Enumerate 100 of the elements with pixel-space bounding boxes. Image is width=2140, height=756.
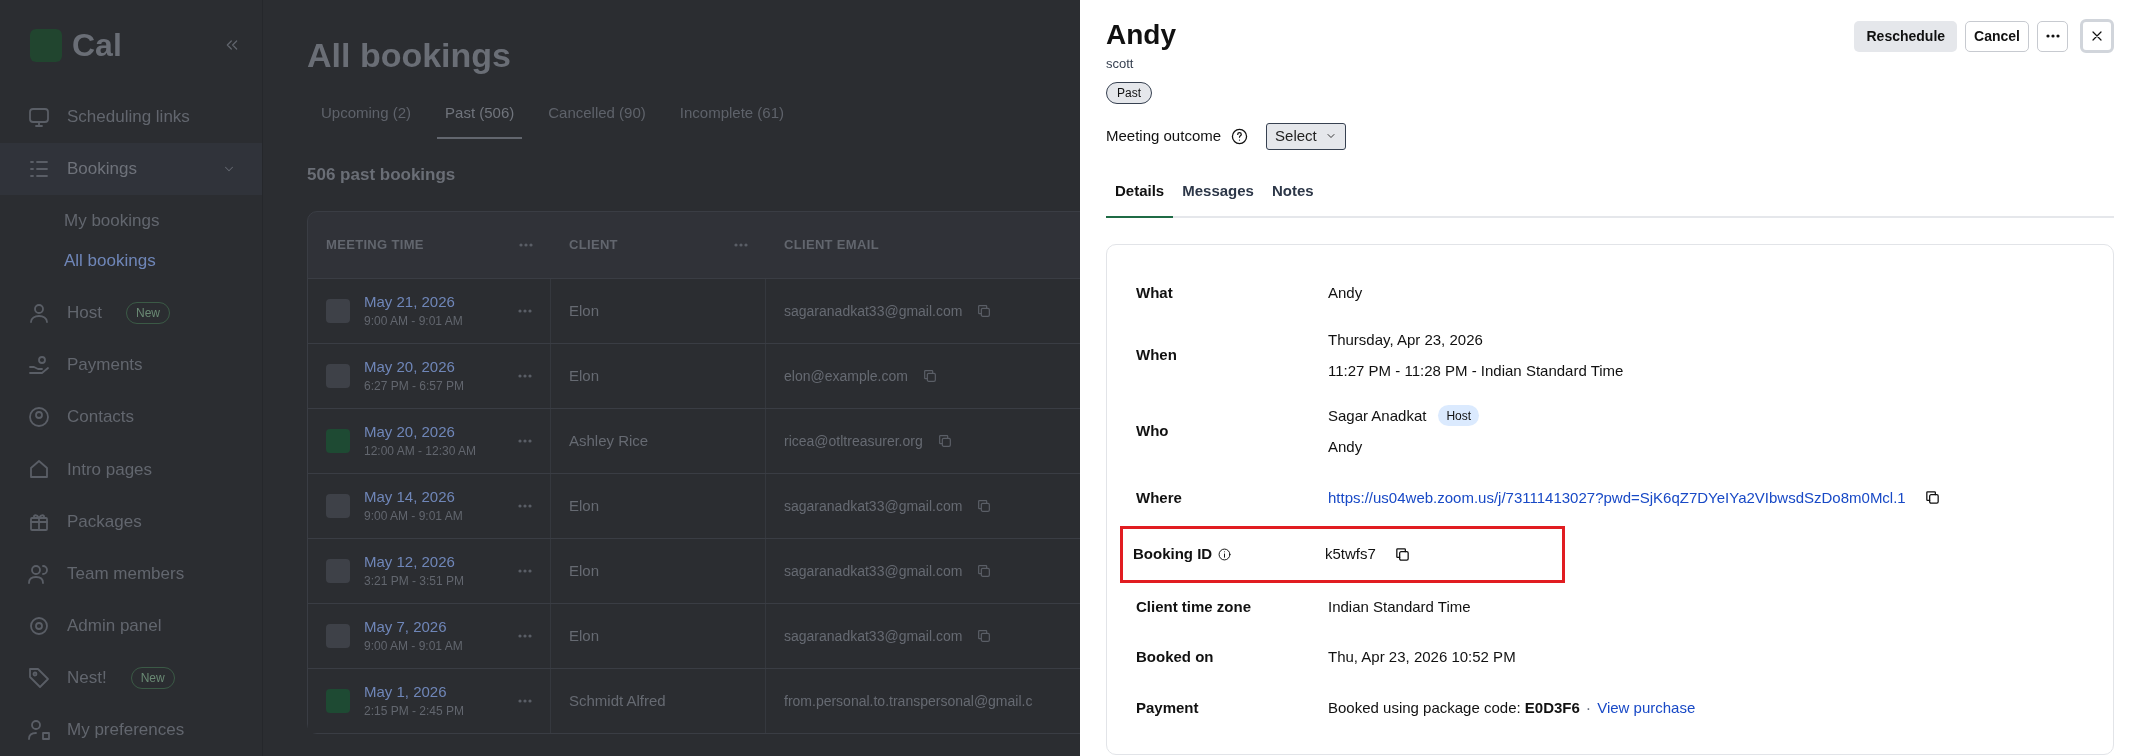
sidebar-subitem[interactable]: All bookings [0,240,262,281]
outcome-label: Meeting outcome [1106,125,1222,146]
detail-value: Indian Standard Time [1328,596,1471,617]
copy-icon [976,303,993,319]
more-icon [518,634,532,638]
separator-dot: · [1585,698,1592,719]
client-email: from.personal.to.transpersonal@gmail.c [784,691,1033,711]
cancel-button[interactable]: Cancel [1965,20,2029,52]
view-purchase-link[interactable]: View purchase [1597,697,1696,720]
more-icon [518,439,532,443]
detail-label: Booking ID [1133,544,1213,564]
client-email: sagaranadkat33@gmail.com [784,496,963,516]
booking-title: Andy [1106,18,1176,52]
detail-label: Client time zone [1136,596,1251,617]
time-range: 9:00 AM - 9:01 AM [364,508,463,525]
client-email: sagaranadkat33@gmail.com [784,301,963,321]
help-icon [1231,127,1249,145]
date-link[interactable]: May 14, 2026 [364,487,463,507]
copy-icon [1923,489,1941,507]
detail-label: Booked on [1136,647,1214,667]
client-email: sagaranadkat33@gmail.com [784,561,963,581]
detail-value: Thursday, Apr 23, 2026 [1328,329,1483,350]
bookings-tab[interactable]: Upcoming (2) [313,102,420,139]
client-name: Schmidt Alfred [569,690,666,711]
time-range: 12:00 AM - 12:30 AM [364,443,477,460]
host-badge: Host [1438,405,1480,427]
copy-icon [976,628,993,644]
sidebar-item[interactable]: Nest! New [0,651,262,704]
client-name: Ashley Rice [569,430,649,451]
reschedule-button[interactable]: Reschedule [1854,20,1958,52]
detail-value: Thu, Apr 23, 2026 10:52 PM [1328,647,1516,667]
detail-label: Where [1136,487,1182,508]
sidebar-item[interactable]: Intro pages [0,443,262,496]
sidebar-item[interactable]: Payments [0,338,262,392]
detail-value: Sagar Anadkat [1328,405,1427,426]
client-email: sagaranadkat33@gmail.com [784,626,963,646]
panel-tab[interactable]: Notes [1262,179,1323,218]
copy-icon [1393,545,1411,563]
more-icon [518,699,532,703]
time-range: 9:00 AM - 9:01 AM [364,638,463,655]
date-link[interactable]: May 20, 2026 [364,422,477,442]
bookings-tab[interactable]: Past (506) [437,102,523,139]
detail-label: Who [1136,421,1169,442]
more-icon [518,374,532,378]
user-settings-icon [27,717,51,742]
time-range: 6:27 PM - 6:57 PM [364,378,465,395]
sidebar-subitem[interactable]: My bookings [0,200,262,241]
detail-value: 11:27 PM - 11:28 PM - Indian Standard Time [1328,361,1624,381]
sidebar-item[interactable]: Bookings [0,142,262,195]
more-button[interactable] [2037,20,2068,52]
panel-tab[interactable]: Messages [1173,179,1263,218]
copy-icon [936,433,953,449]
logo-mark [30,28,62,62]
detail-label: What [1136,283,1173,303]
more-icon [519,243,533,247]
page-title: All bookings [307,35,512,76]
client-name: Elon [569,300,600,321]
detail-label: When [1136,345,1177,366]
sidebar-item[interactable]: My preferences [0,703,262,756]
date-link[interactable]: May 21, 2026 [364,292,463,312]
client-name: Elon [569,495,600,516]
tag-icon [27,665,51,690]
bookings-tab[interactable]: Cancelled (90) [540,102,654,139]
meeting-link[interactable]: https://us04web.zoom.us/j/73111413027?pwd=SjK6qZ7DYeIYa2VIbwsdSzDo8m0Mcl.1 [1328,486,1906,509]
sidebar-item[interactable]: Scheduling links [0,90,262,143]
booking-subtitle: scott [1106,55,1135,73]
bookings-count: 506 past bookings [307,163,457,186]
sidebar-item[interactable]: Packages [0,495,262,548]
more-icon [2045,34,2060,38]
time-range: 9:00 AM - 9:01 AM [364,313,463,330]
time-range: 3:21 PM - 3:51 PM [364,573,465,590]
bookings-tab[interactable]: Incomplete (61) [671,102,792,139]
detail-value: k5twfs7 [1325,544,1376,564]
date-link[interactable]: May 7, 2026 [364,617,463,637]
sidebar-item[interactable]: Host New [0,286,262,339]
status-badge: Past [1106,81,1152,104]
more-icon [734,243,748,247]
client-name: Elon [569,365,600,386]
detail-value: Andy [1328,283,1363,303]
date-link[interactable]: May 12, 2026 [364,552,465,572]
copy-icon [976,563,993,579]
sidebar-item[interactable]: Team members [0,547,262,600]
hand-coin-icon [27,353,51,377]
more-icon [518,569,532,573]
detail-label: Payment [1136,698,1199,719]
more-icon [518,309,532,313]
date-link[interactable]: May 20, 2026 [364,357,465,377]
panel-tab[interactable]: Details [1106,179,1174,218]
more-icon [518,504,532,508]
outcome-select[interactable]: Select [1266,122,1346,150]
date-link[interactable]: May 1, 2026 [364,682,465,702]
sidebar-item[interactable]: Admin panel [0,599,262,652]
logo-text: Cal [72,29,122,62]
close-button[interactable] [2080,19,2114,53]
client-email: ricea@otltreasurer.org [784,431,923,451]
client-name: Elon [569,560,600,581]
sidebar-item[interactable]: Contacts [0,391,262,444]
detail-value: Andy [1328,437,1363,457]
client-email: elon@example.com [784,366,908,386]
copy-icon [976,498,993,514]
